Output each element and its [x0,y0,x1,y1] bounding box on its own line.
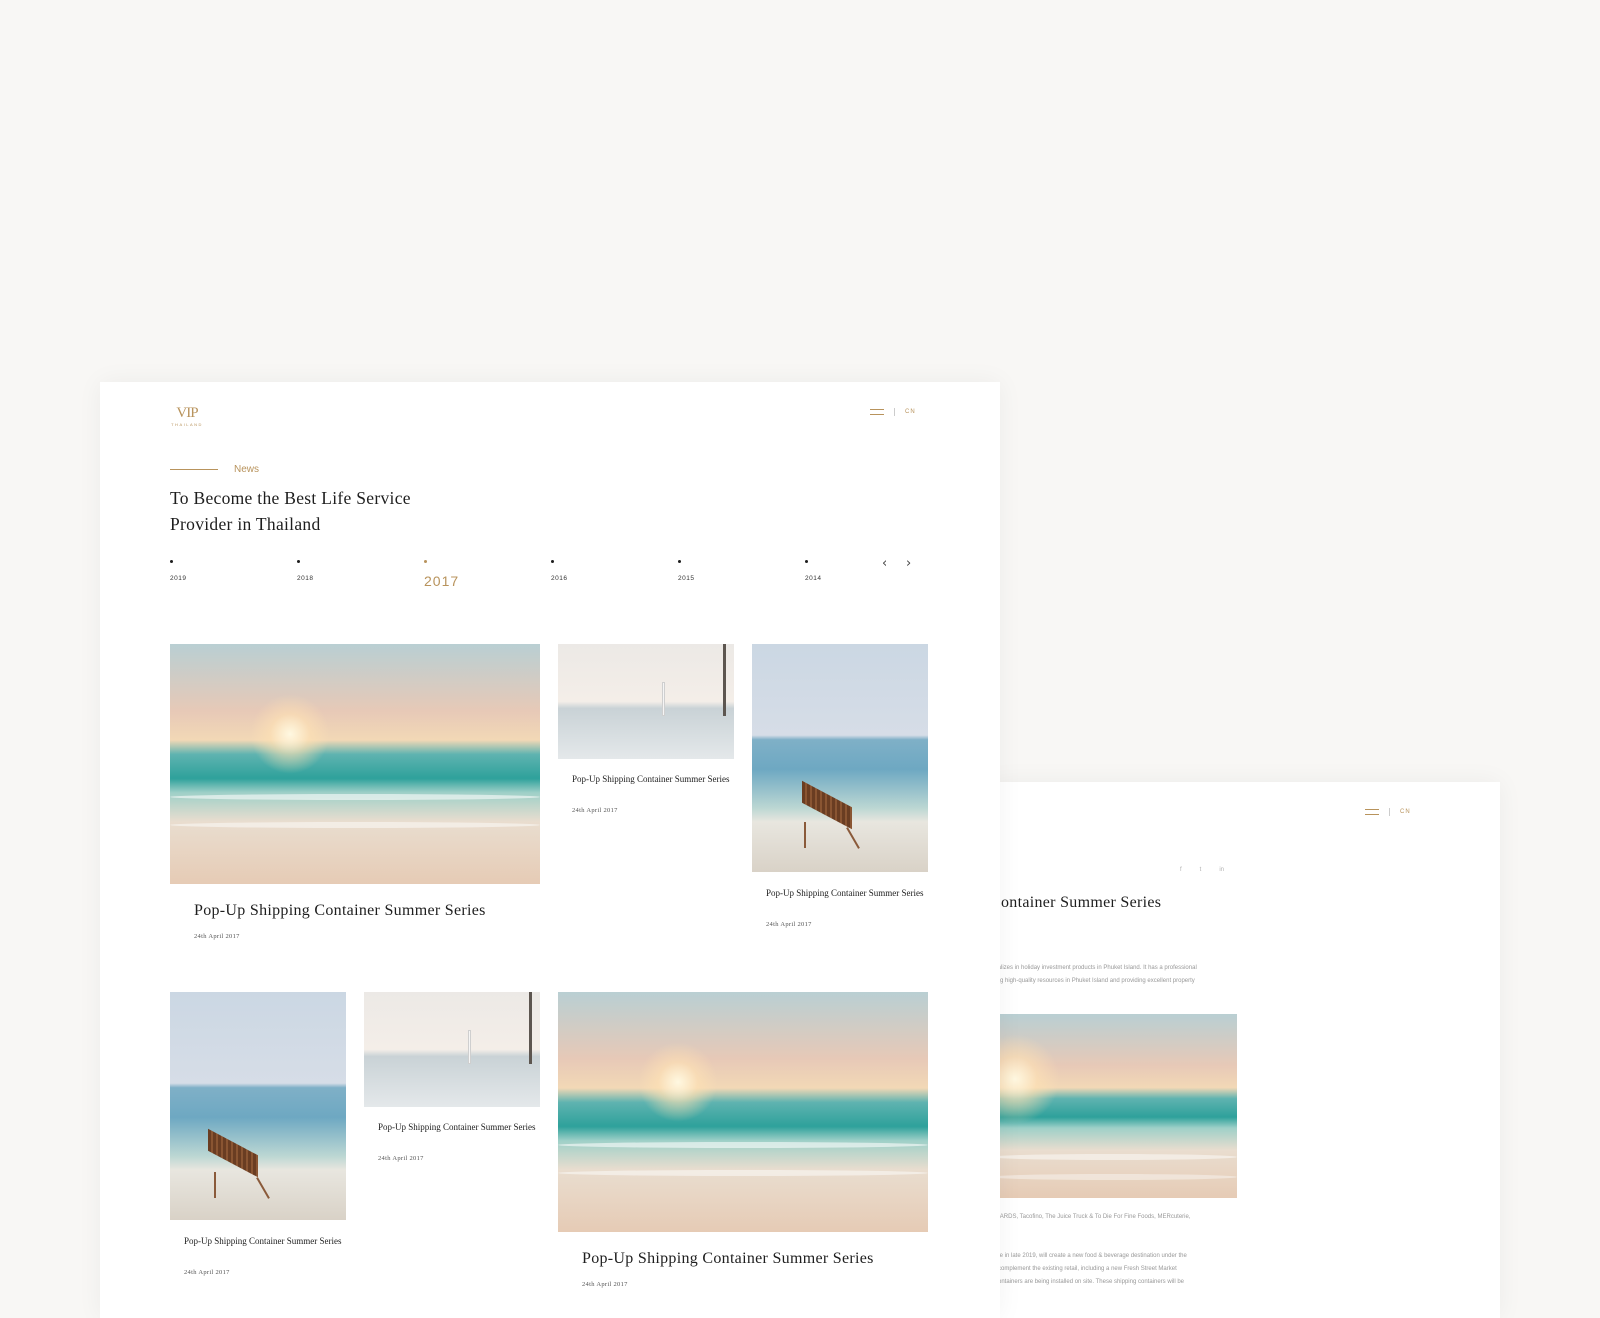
surf-line [990,1154,1237,1160]
timeline-year-2018[interactable]: 2018 [297,560,313,582]
menu-icon[interactable] [1365,809,1379,815]
surf-line [170,822,540,828]
timeline-label: 2018 [297,575,314,582]
news-photo-beach-chair [170,992,346,1220]
eyebrow-text: News [234,464,260,475]
news-page-card: VIP THAILAND CN News To Become the Best … [100,382,1000,1318]
news-date: 24th April 2017 [572,807,618,814]
news-photo-pool [558,644,734,759]
news-card[interactable]: Pop-Up Shipping Container Summer Series … [752,644,928,944]
timeline-label: 2017 [424,573,460,589]
back-top-nav: CN [1365,808,1411,816]
page-title-line: To Become the Best Life Service [170,488,411,508]
chair-seat [802,780,852,830]
article-photo [990,1014,1237,1198]
logo-mark: VIP [176,405,198,421]
news-card-featured[interactable]: Pop-Up Shipping Container Summer Series … [170,644,540,944]
timeline-dot [424,560,427,563]
article-intro-line: aring high-quality resources in Phuket I… [990,978,1195,984]
twitter-icon[interactable]: t [1200,867,1202,873]
chair-leg [214,1172,216,1198]
surf-line [990,1174,1237,1180]
front-top-nav: CN [870,408,916,416]
timeline-dot [551,560,554,563]
surf-line [170,794,540,800]
article-detail-card: CN f t in Container Summer Series eciali… [990,782,1500,1318]
news-title: Pop-Up Shipping Container Summer Series [184,1236,342,1246]
timeline-dot [678,560,681,563]
timeline-year-2017[interactable]: 2017 [424,560,459,589]
timeline-label: 2016 [551,575,568,582]
sun-glow [638,1042,718,1122]
news-photo-beach-chair [752,644,928,872]
surf-line [558,1142,928,1148]
surf-line [558,1170,928,1176]
page-title-line: Provider in Thailand [170,514,321,534]
news-photo-sunset [558,992,928,1232]
news-date: 24th April 2017 [766,921,812,928]
timeline-label: 2014 [805,575,822,582]
news-photo-pool [364,992,540,1107]
person-figure [468,1030,471,1064]
timeline-dot [805,560,808,563]
news-date: 24th April 2017 [194,933,240,940]
article-partners-line: DWARDS, Tacofino, The Juice Truck & To D… [990,1214,1191,1220]
timeline-year-2014[interactable]: 2014 [805,560,821,582]
social-links: f t in [1180,867,1224,873]
news-title: Pop-Up Shipping Container Summer Series [194,902,486,919]
language-switch[interactable]: CN [1400,809,1411,815]
sun-glow [990,1034,1060,1124]
eyebrow-line [170,469,218,470]
page-title: To Become the Best Life Service Provider… [170,485,490,537]
nav-divider [894,408,895,416]
chair-leg [804,822,806,848]
facebook-icon[interactable]: f [1180,867,1182,873]
news-title: Pop-Up Shipping Container Summer Series [766,888,924,898]
logo-subtitle: THAILAND [171,422,203,427]
news-date: 24th April 2017 [378,1155,424,1162]
timeline-dot [297,560,300,563]
year-timeline: 2019 2018 2017 2016 2015 2014 [170,560,821,600]
chevron-right-icon[interactable]: › [906,557,911,571]
timeline-label: 2019 [170,575,187,582]
news-title: Pop-Up Shipping Container Summer Series [582,1250,874,1267]
timeline-dot [170,560,173,563]
chevron-left-icon[interactable]: ‹ [882,557,887,571]
timeline-year-2015[interactable]: 2015 [678,560,694,582]
nav-divider [1389,808,1390,816]
language-switch[interactable]: CN [905,409,916,415]
news-date: 24th April 2017 [582,1281,628,1288]
chair-leg [256,1177,270,1199]
person-figure [662,682,665,716]
article-title: Container Summer Series [990,894,1162,911]
news-date: 24th April 2017 [184,1269,230,1276]
news-card-featured[interactable]: Pop-Up Shipping Container Summer Series … [558,992,928,1302]
timeline-year-2019[interactable]: 2019 [170,560,186,582]
timeline-year-2016[interactable]: 2016 [551,560,567,582]
palm-pole [723,644,726,716]
news-card[interactable]: Pop-Up Shipping Container Summer Series … [170,992,346,1292]
chair-seat [208,1128,258,1178]
news-card[interactable]: Pop-Up Shipping Container Summer Series … [558,644,734,824]
sun-glow [250,694,330,774]
article-body-line: g containers are being installed on site… [990,1279,1185,1285]
vip-thailand-logo[interactable]: VIP THAILAND [170,405,204,428]
timeline-label: 2015 [678,575,695,582]
news-card[interactable]: Pop-Up Shipping Container Summer Series … [364,992,540,1172]
menu-icon[interactable] [870,409,884,415]
article-body-line: plate in late 2019, will create a new fo… [990,1253,1187,1259]
chair-leg [846,827,860,849]
palm-pole [529,992,532,1064]
section-eyebrow: News [170,464,259,475]
news-title: Pop-Up Shipping Container Summer Series [378,1122,536,1132]
article-body-line: To complement the existing retail, inclu… [990,1266,1177,1272]
article-intro-line: ecializes in holiday investment products… [990,965,1197,971]
news-title: Pop-Up Shipping Container Summer Series [572,774,730,784]
linkedin-icon[interactable]: in [1219,867,1224,873]
news-photo-sunset [170,644,540,884]
